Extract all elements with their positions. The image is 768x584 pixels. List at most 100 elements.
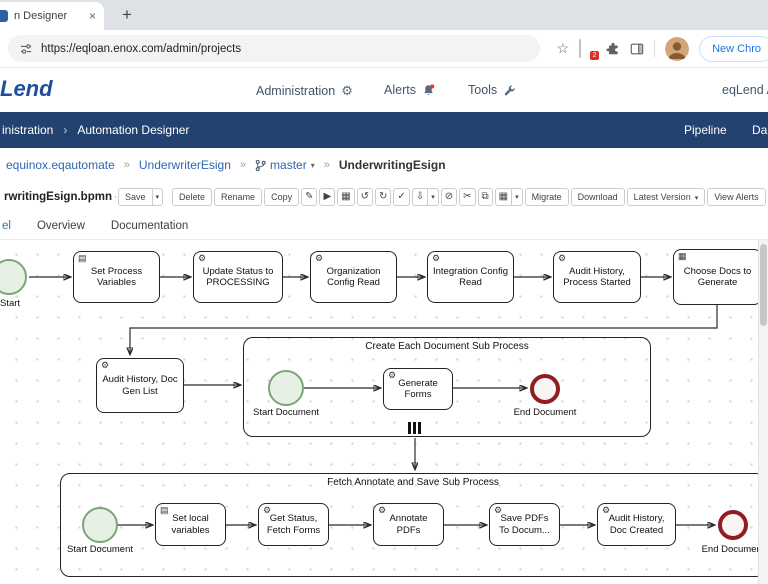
nav-tools[interactable]: Tools (468, 83, 516, 97)
end-event-document[interactable] (530, 374, 560, 404)
file-name: rwritingEsign.bpmn - ... (4, 191, 116, 203)
account-label[interactable]: eqLend A (722, 83, 768, 97)
branch-name: master (270, 158, 307, 172)
cut-icon-button[interactable]: ✂ (459, 188, 476, 206)
task-update-status[interactable]: ⚙ Update Status to PROCESSING (193, 251, 283, 303)
task-label: Set local variables (171, 513, 210, 536)
nav-alerts-label: Alerts (384, 83, 416, 97)
end-event-document-2[interactable] (718, 510, 748, 540)
download-caret-icon[interactable]: ▾ (428, 188, 439, 206)
save-button[interactable]: Save (118, 188, 153, 206)
edit-icon-button[interactable]: ✎ (301, 188, 318, 206)
rename-button[interactable]: Rename (214, 188, 263, 206)
task-set-process-variables[interactable]: ▤ Set Process Variables (73, 251, 160, 303)
migrate-button[interactable]: Migrate (524, 188, 569, 206)
app-logo[interactable]: Lend (0, 76, 53, 102)
copy-button[interactable]: Copy (264, 188, 300, 206)
download-button[interactable]: Download (570, 188, 625, 206)
bpmn-canvas[interactable]: Start ▤ Set Process Variables ⚙ Update S… (0, 240, 768, 584)
task-audit-history-process-started[interactable]: ⚙ Audit History, Process Started (553, 251, 641, 303)
extension-base-icon (579, 39, 582, 58)
new-tab-button[interactable]: + (114, 3, 140, 27)
service-task-gear-icon: ⚙ (494, 505, 503, 515)
version-select[interactable]: Latest Version ▾ (626, 188, 706, 206)
task-choose-docs-to-generate[interactable]: ▦ Choose Docs to Generate (673, 249, 762, 305)
task-annotate-pdfs[interactable]: ⚙ Annotate PDFs (373, 503, 444, 546)
breadcrumb-administration[interactable]: inistration (2, 123, 53, 137)
task-generate-forms[interactable]: ⚙ Generate Forms (383, 368, 453, 410)
table-split-button: ▦ ▾ (494, 188, 523, 206)
script-task-icon: ▤ (78, 253, 87, 263)
breadcrumb-project[interactable]: equinox.eqautomate (6, 158, 115, 172)
tab-overview[interactable]: Overview (37, 220, 85, 232)
tune-icon[interactable] (20, 43, 32, 55)
extension-with-badge-icon[interactable]: 2 (579, 39, 600, 60)
chevron-down-icon: ▾ (310, 160, 315, 170)
breadcrumb-automation-designer[interactable]: Automation Designer (77, 123, 189, 137)
service-task-gear-icon: ⚙ (558, 253, 567, 263)
task-label: Organization Config Read (326, 265, 381, 288)
save-caret-icon[interactable]: ▾ (152, 188, 164, 206)
undo-icon-button[interactable]: ↺ (356, 188, 374, 206)
task-audit-history-doc-created[interactable]: ⚙ Audit History, Doc Created (597, 503, 676, 546)
version-select-label: Latest Version (633, 192, 691, 202)
play-icon-button[interactable]: ▶ (319, 188, 336, 206)
task-label: Annotate PDFs (389, 513, 428, 536)
task-label: Integration Config Read (433, 265, 508, 288)
url-input[interactable]: https://eqloan.enox.com/admin/projects (8, 35, 540, 62)
side-panel-icon[interactable] (630, 42, 644, 56)
delete-button[interactable]: Delete (172, 188, 213, 206)
task-label: Set Process Variables (90, 265, 143, 288)
app-header: Lend Administration ⚙ Alerts Tools eqLen… (0, 68, 768, 112)
service-task-gear-icon: ⚙ (602, 505, 611, 515)
start-event-document[interactable] (268, 370, 304, 406)
breadcrumb-file: UnderwritingEsign (338, 158, 446, 172)
task-label: Save PDFs To Docum... (499, 513, 550, 536)
vertical-scrollbar[interactable] (758, 240, 768, 584)
profile-avatar[interactable] (665, 36, 690, 61)
table-caret-icon[interactable]: ▾ (512, 188, 523, 206)
disable-icon-button[interactable]: ⊘ (440, 188, 458, 206)
validate-icon-button[interactable]: ✓ (393, 188, 410, 206)
service-task-gear-icon: ⚙ (388, 370, 397, 380)
redo-icon-button[interactable]: ↻ (375, 188, 392, 206)
download-icon-button[interactable]: ⇩ (411, 188, 429, 206)
tab-documentation[interactable]: Documentation (111, 220, 188, 232)
task-label: Audit History, Process Started (563, 265, 631, 288)
tab-model[interactable]: el (2, 220, 11, 232)
task-organization-config-read[interactable]: ⚙ Organization Config Read (310, 251, 397, 303)
nav-alerts[interactable]: Alerts (384, 83, 435, 97)
multi-instance-marker (408, 422, 421, 434)
nav-pipeline[interactable]: Pipeline (684, 123, 727, 137)
download-split-button: ⇩ ▾ (411, 188, 439, 206)
breadcrumb-separator: » (323, 159, 330, 171)
service-task-gear-icon: ⚙ (315, 253, 324, 263)
extensions-puzzle-icon[interactable] (606, 42, 620, 56)
scrollbar-thumb[interactable] (760, 244, 767, 326)
task-audit-history-doc-gen-list[interactable]: ⚙ Audit History, Doc Gen List (96, 358, 184, 413)
bookmark-star-icon[interactable]: ☆ (557, 40, 570, 57)
new-chrome-button[interactable]: New Chro (699, 35, 768, 62)
view-alerts-button[interactable]: View Alerts (707, 188, 766, 206)
breadcrumb-workflow[interactable]: UnderwriterEsign (139, 158, 231, 172)
subprocess-title: Fetch Annotate and Save Sub Process (327, 477, 499, 488)
nav-administration[interactable]: Administration ⚙ (256, 83, 353, 99)
table-icon-button[interactable]: ▦ (494, 188, 513, 206)
divider (654, 40, 656, 57)
browser-tab[interactable]: n Designer × (0, 2, 104, 30)
task-integration-config-read[interactable]: ⚙ Integration Config Read (427, 251, 514, 303)
task-set-local-variables[interactable]: ▤ Set local variables (155, 503, 226, 546)
task-label: Get Status, Fetch Forms (266, 513, 321, 536)
paste-icon-button[interactable]: ⧉ (477, 188, 493, 206)
start-event-document-2[interactable] (82, 507, 118, 543)
breadcrumb-separator: » (239, 159, 247, 171)
view-tabs: el Overview Documentation (0, 212, 768, 240)
task-get-status-fetch-forms[interactable]: ⚙ Get Status, Fetch Forms (258, 503, 329, 546)
url-text: https://eqloan.enox.com/admin/projects (41, 42, 242, 55)
project-breadcrumb: equinox.eqautomate » UnderwriterEsign » … (0, 148, 768, 182)
nav-dashboard[interactable]: Da (752, 123, 767, 137)
tab-close-icon[interactable]: × (89, 9, 96, 23)
grid-icon-button[interactable]: ▦ (337, 188, 355, 206)
branch-selector[interactable]: master ▾ (255, 158, 315, 172)
task-save-pdfs[interactable]: ⚙ Save PDFs To Docum... (489, 503, 560, 546)
